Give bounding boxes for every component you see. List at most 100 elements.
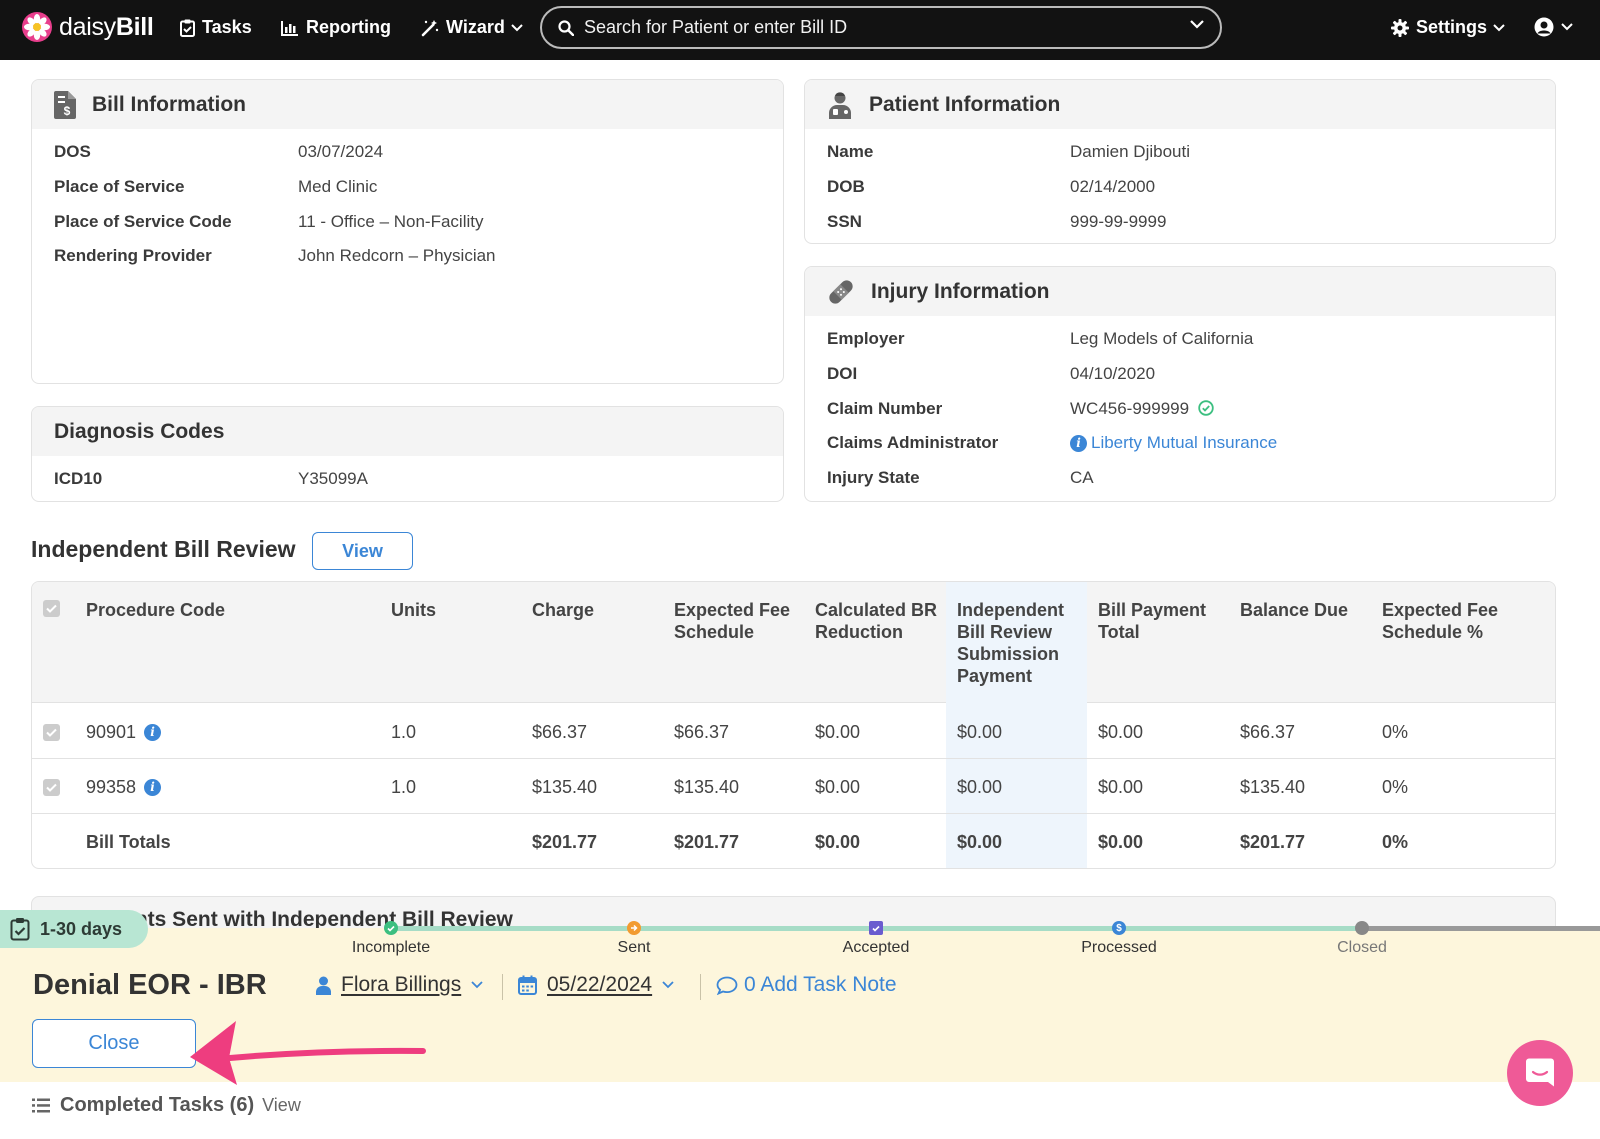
step-processed-label: Processed: [1081, 939, 1157, 956]
add-task-note-link[interactable]: 0 Add Task Note: [716, 973, 897, 997]
bill-totals-label: Bill Totals: [86, 832, 171, 852]
svg-text:$: $: [64, 104, 71, 118]
ibr-payment-cell: $0.00: [957, 777, 1003, 797]
dos-label: DOS: [54, 142, 91, 161]
br-reduction-cell: $0.00: [815, 722, 861, 742]
add-task-note-label: 0 Add Task Note: [744, 973, 897, 996]
step-sent-label: Sent: [617, 939, 651, 956]
select-all-checkbox[interactable]: [43, 600, 60, 617]
verified-check-icon: [1198, 400, 1214, 416]
chat-support-button[interactable]: [1507, 1040, 1573, 1106]
daisy-logo-icon: [22, 12, 52, 42]
nav-tasks[interactable]: Tasks: [180, 17, 252, 38]
place-of-service-code-value: 11 - Office – Non-Facility: [298, 212, 484, 231]
step-complete-icon: [384, 921, 398, 935]
procedure-code-cell: 90901 i: [86, 722, 162, 743]
completed-tasks: Completed Tasks (6) View: [32, 1094, 301, 1117]
nav-reporting-label: Reporting: [306, 17, 391, 37]
due-date-dropdown[interactable]: 05/22/2024: [518, 973, 674, 997]
row-checkbox[interactable]: [43, 779, 60, 796]
calendar-icon: [518, 975, 537, 995]
chat-bubble-icon: [1526, 1058, 1554, 1087]
expected-fee-pct-cell: 0%: [1382, 722, 1409, 742]
place-of-service-value: Med Clinic: [298, 177, 378, 196]
comment-icon: [716, 976, 738, 995]
completed-tasks-view-link[interactable]: View: [262, 1095, 301, 1116]
card-title: Injury Information: [871, 279, 1050, 303]
chevron-down-icon: [1493, 23, 1505, 31]
step-accepted-label: Accepted: [842, 939, 910, 956]
step-incomplete-label: Incomplete: [351, 939, 431, 956]
header-charge: Charge: [532, 600, 595, 620]
nav-settings[interactable]: Settings: [1391, 17, 1505, 38]
close-task-button[interactable]: Close: [32, 1019, 196, 1068]
assignee-dropdown[interactable]: Flora Billings: [316, 973, 483, 997]
ibr-payment-cell: $0.00: [957, 722, 1003, 742]
total-ibr-payment: $0.00: [957, 832, 1003, 852]
ssn-value: 999-99-9999: [1070, 212, 1167, 231]
days-badge: 1-30 days: [0, 910, 148, 948]
injury-information-header: Injury Information: [805, 267, 1555, 316]
meta-separator: [700, 974, 701, 1000]
br-reduction-cell: $0.00: [815, 777, 861, 797]
search-input[interactable]: [584, 17, 1164, 38]
chevron-down-icon: [511, 23, 523, 31]
patient-information-card: Patient Information Name Damien Djibouti…: [804, 79, 1556, 244]
dob-value: 02/14/2000: [1070, 177, 1156, 196]
daisybill-logo[interactable]: daisyBill: [22, 12, 154, 42]
nav-tasks-label: Tasks: [202, 17, 252, 37]
rendering-provider-label: Rendering Provider: [54, 246, 212, 265]
total-expected-fee-pct: 0%: [1382, 832, 1409, 852]
chevron-down-icon: [1561, 23, 1573, 31]
step-closed-icon: [1355, 921, 1369, 935]
bill-information-header: $ Bill Information: [32, 80, 783, 129]
injury-state-value: CA: [1070, 468, 1094, 487]
ibr-procedure-table: Procedure Code Units Charge Expected Fee…: [31, 581, 1556, 869]
place-of-service-code-label: Place of Service Code: [54, 212, 232, 231]
checkmark-icon: [387, 925, 395, 932]
dos-value: 03/07/2024: [298, 142, 384, 161]
header-balance-due: Balance Due: [1240, 600, 1349, 620]
completed-tasks-label: Completed Tasks (6): [60, 1094, 255, 1116]
total-expected-fee: $201.77: [674, 832, 740, 852]
header-ibr-submission-payment: Independent Bill Review Submission Payme…: [957, 600, 1064, 686]
info-icon: i: [1070, 435, 1087, 452]
search-dropdown-chevron-icon[interactable]: [1190, 20, 1204, 29]
diagnosis-codes-header: Diagnosis Codes: [32, 407, 783, 456]
bar-chart-icon: [281, 20, 298, 36]
nav-user-menu[interactable]: [1534, 17, 1573, 37]
procedure-code-cell: 99358 i: [86, 777, 162, 798]
chevron-down-icon: [662, 981, 674, 989]
info-icon[interactable]: i: [144, 779, 162, 796]
header-bill-payment-total: Bill Payment Total: [1098, 600, 1207, 642]
checkmark-icon: [46, 604, 57, 613]
patient-icon: [827, 91, 853, 119]
step-closed-label: Closed: [1337, 939, 1387, 956]
card-title: Bill Information: [92, 92, 246, 116]
injury-information-card: Injury Information Employer Leg Models o…: [804, 266, 1556, 502]
top-navbar: daisyBill Tasks Reporting Wizard Setting…: [0, 0, 1600, 60]
procedure-code: 99358: [86, 777, 137, 797]
clipboard-check-icon: [180, 19, 195, 37]
step-accepted-icon: [869, 921, 883, 935]
procedure-code: 90901: [86, 722, 137, 742]
invoice-dollar-icon: $: [54, 90, 76, 119]
expected-fee-pct-cell: 0%: [1382, 777, 1409, 797]
nav-wizard[interactable]: Wizard: [421, 17, 523, 38]
checkbox-icon: [872, 925, 880, 932]
bill-payment-cell: $0.00: [1098, 777, 1144, 797]
row-checkbox[interactable]: [43, 724, 60, 741]
nav-reporting[interactable]: Reporting: [281, 17, 391, 38]
ibr-view-button[interactable]: View: [312, 532, 413, 570]
balance-due-cell: $66.37: [1240, 722, 1296, 742]
header-calculated-br-reduction: Calculated BR Reduction: [815, 600, 938, 642]
ssn-label: SSN: [827, 212, 862, 231]
user-circle-icon: [1534, 17, 1554, 37]
assignee-name: Flora Billings: [341, 973, 462, 996]
patient-search-bar[interactable]: [540, 6, 1222, 49]
expected-fee-cell: $66.37: [674, 722, 730, 742]
doi-label: DOI: [827, 364, 858, 383]
claims-administrator-link[interactable]: i Liberty Mutual Insurance: [1070, 433, 1277, 453]
claim-number-label: Claim Number: [827, 399, 943, 418]
info-icon[interactable]: i: [144, 724, 162, 741]
